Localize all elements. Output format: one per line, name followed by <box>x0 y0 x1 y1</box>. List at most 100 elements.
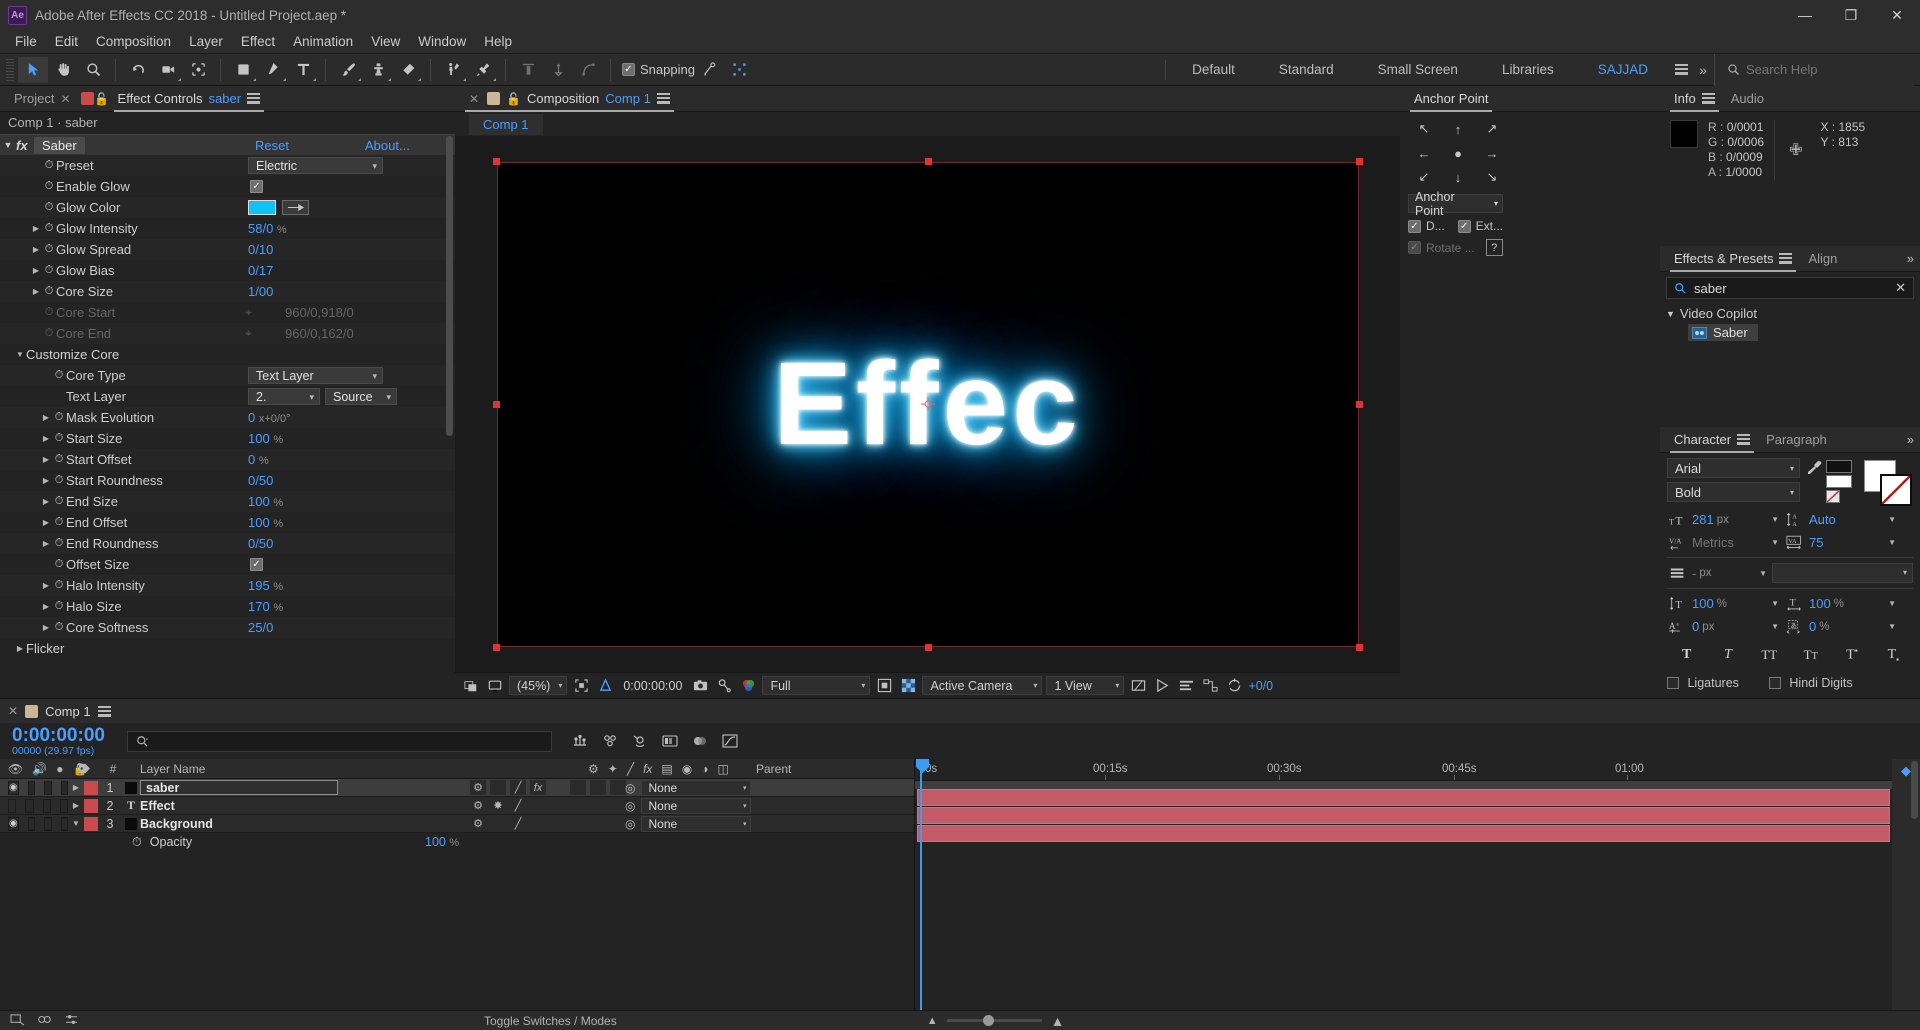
magnification-dropdown[interactable]: (45%) <box>509 676 568 695</box>
property-checkbox[interactable]: ✓ <box>250 558 263 571</box>
effect-prop-customize-core[interactable]: ▼ Customize Core <box>0 344 455 365</box>
switch-shy[interactable]: ⚙ <box>470 816 486 831</box>
frame-blending-icon[interactable] <box>660 731 681 752</box>
effect-prop-end-roundness[interactable]: ▶ ⏱ End Roundness 0/50 <box>0 533 455 554</box>
property-disclosure-icon[interactable]: ▶ <box>40 518 52 527</box>
tab-paragraph[interactable]: Paragraph <box>1758 427 1835 453</box>
property-value[interactable]: 960/0,918/0 <box>285 305 354 320</box>
main-viewer-icon[interactable] <box>485 676 505 696</box>
timeline-current-time[interactable]: 0:00:00:00 <box>0 726 105 745</box>
kerning-value[interactable]: Metrics <box>1692 535 1734 550</box>
timeline-search-box[interactable] <box>126 730 552 752</box>
reset-exposure-icon[interactable] <box>1224 676 1244 696</box>
effect-prop-core-type[interactable]: ⏱ Core Type Text Layer <box>0 365 455 386</box>
stopwatch-icon[interactable]: ⏱ <box>42 306 56 319</box>
minimize-button[interactable]: — <box>1782 0 1828 30</box>
stopwatch-icon[interactable]: ⏱ <box>42 327 56 340</box>
toolbar-grip[interactable] <box>6 58 14 81</box>
property-checkbox[interactable]: ✓ <box>250 180 263 193</box>
info-panel-menu-icon[interactable] <box>1701 93 1715 104</box>
anchor-center-icon[interactable]: ● <box>1442 142 1474 164</box>
layer-label-color[interactable] <box>84 816 98 831</box>
eyedropper-icon[interactable] <box>1806 460 1822 478</box>
switch-motion-blur[interactable] <box>590 780 606 795</box>
tab-anchor-point[interactable]: Anchor Point <box>1406 86 1496 112</box>
layer-lock-toggle[interactable] <box>60 816 68 831</box>
lock-icon[interactable]: 🔓 <box>94 92 110 106</box>
position-picker-icon[interactable]: ⌖ <box>245 305 252 320</box>
timeline-tab-close-icon[interactable]: ✕ <box>8 704 18 718</box>
layer-lock-toggle[interactable] <box>60 780 68 795</box>
layer-audio-toggle[interactable] <box>27 816 36 831</box>
selection-handle-tl[interactable] <box>492 157 500 165</box>
tsume-field[interactable]: あ 0 % ▼ <box>1784 617 1896 636</box>
snapping-checkbox[interactable]: ✓ <box>622 63 635 76</box>
anchor-middle-left-icon[interactable]: ← <box>1408 142 1440 164</box>
resolution-dropdown[interactable]: Full <box>762 676 871 695</box>
switch-shy[interactable]: ⚙ <box>470 780 486 795</box>
menu-window[interactable]: Window <box>409 32 475 51</box>
toggle-switches-modes-button[interactable]: Toggle Switches / Modes <box>484 1014 617 1028</box>
anchor-top-right-icon[interactable]: ↗ <box>1476 118 1508 140</box>
distribute-icon[interactable] <box>543 57 573 83</box>
header-parent[interactable]: Parent <box>742 762 914 776</box>
fill-stroke-swatches[interactable] <box>1856 460 1916 506</box>
switch-quality[interactable]: ╱ <box>510 780 526 795</box>
effect-prop-text-layer[interactable]: Text Layer 2. Effect Source <box>0 386 455 420</box>
guides-icon[interactable] <box>874 676 894 696</box>
vertical-scale-caret-icon[interactable]: ▼ <box>1771 599 1779 608</box>
workspace-small-screen[interactable]: Small Screen <box>1356 54 1480 86</box>
pixel-aspect-icon[interactable] <box>1128 676 1148 696</box>
property-value[interactable]: 960/0,162/0 <box>285 326 354 341</box>
layer-label-color[interactable] <box>84 780 98 795</box>
table-row[interactable]: ◉ ▼ 3 Background ⚙ ╱ ◎ None <box>0 815 914 833</box>
menu-view[interactable]: View <box>362 32 409 51</box>
selection-handle-br[interactable] <box>1355 643 1363 651</box>
stopwatch-icon[interactable]: ⏱ <box>52 600 66 613</box>
group-disclosure-icon[interactable]: ▼ <box>14 350 26 359</box>
timeline-work-area-bar[interactable] <box>915 781 1920 789</box>
baseline-shift-field[interactable]: Aa 0 px ▼ <box>1667 617 1779 636</box>
horizontal-scale-value[interactable]: 100 <box>1809 596 1831 611</box>
timeline-tab-label[interactable]: Comp 1 <box>45 704 91 719</box>
effect-prop-mask-evolution[interactable]: ▶ ⏱ Mask Evolution 0 x+0/0° <box>0 407 455 428</box>
effect-prop-end-size[interactable]: ▶ ⏱ End Size 100 % <box>0 491 455 512</box>
align-vertical-icon[interactable] <box>513 57 543 83</box>
property-disclosure-icon[interactable]: ▶ <box>30 266 42 275</box>
font-style-dropdown[interactable]: Bold <box>1667 482 1800 502</box>
switch-effects[interactable]: fx <box>530 780 546 795</box>
leading-caret-icon[interactable]: ▼ <box>1888 515 1896 524</box>
switch-quality[interactable]: ╱ <box>510 816 526 831</box>
group-disclosure-icon[interactable]: ▶ <box>14 644 26 653</box>
stopwatch-icon[interactable]: ⏱ <box>52 369 66 382</box>
transparency-grid-icon[interactable] <box>595 676 615 696</box>
selection-handle-ml[interactable] <box>492 401 500 408</box>
property-value[interactable]: 1/00 <box>248 284 273 299</box>
search-help-box[interactable] <box>1714 53 1914 86</box>
anchor-bottom-center-icon[interactable]: ↓ <box>1442 166 1474 188</box>
pickwhip-icon[interactable]: ◎ <box>625 817 635 831</box>
effects-group-video-copilot[interactable]: ▼ Video Copilot <box>1666 306 1914 321</box>
stopwatch-icon[interactable]: ⏱ <box>42 159 56 172</box>
effect-prop-start-roundness[interactable]: ▶ ⏱ Start Roundness 0/50 <box>0 470 455 491</box>
layer-label-color[interactable] <box>84 798 98 813</box>
property-value[interactable]: 100 % <box>248 431 283 446</box>
property-disclosure-icon[interactable]: ▶ <box>40 455 52 464</box>
anchor-bottom-right-icon[interactable]: ↘ <box>1476 166 1508 188</box>
shape-tool[interactable] <box>228 57 258 83</box>
anchor-mode-dropdown[interactable]: Anchor Point <box>1408 190 1503 218</box>
table-row[interactable]: ◉ ▶ 1 saber ⚙ ╱ fx ◎ None <box>0 779 914 797</box>
effect-disclosure-triangle-icon[interactable]: ▼ <box>0 140 16 150</box>
selection-handle-bl[interactable] <box>492 643 500 651</box>
mask-shape-icon[interactable] <box>573 57 603 83</box>
stopwatch-icon[interactable]: ⏱ <box>52 411 66 424</box>
workspace-user[interactable]: SAJJAD <box>1576 54 1670 86</box>
hindi-digits-checkbox[interactable] <box>1768 677 1781 689</box>
new-composition-icon[interactable] <box>10 1013 25 1029</box>
effect-controls-scroll[interactable]: ▼ fx Saber Reset About... ⏱ Preset Electri… <box>0 134 455 698</box>
pen-tool[interactable] <box>258 57 288 83</box>
property-disclosure-icon[interactable]: ▶ <box>40 497 52 506</box>
property-value[interactable]: 58/0 % <box>248 221 287 236</box>
puppet-pin-tool[interactable] <box>468 57 498 83</box>
workspace-default[interactable]: Default <box>1170 54 1257 86</box>
